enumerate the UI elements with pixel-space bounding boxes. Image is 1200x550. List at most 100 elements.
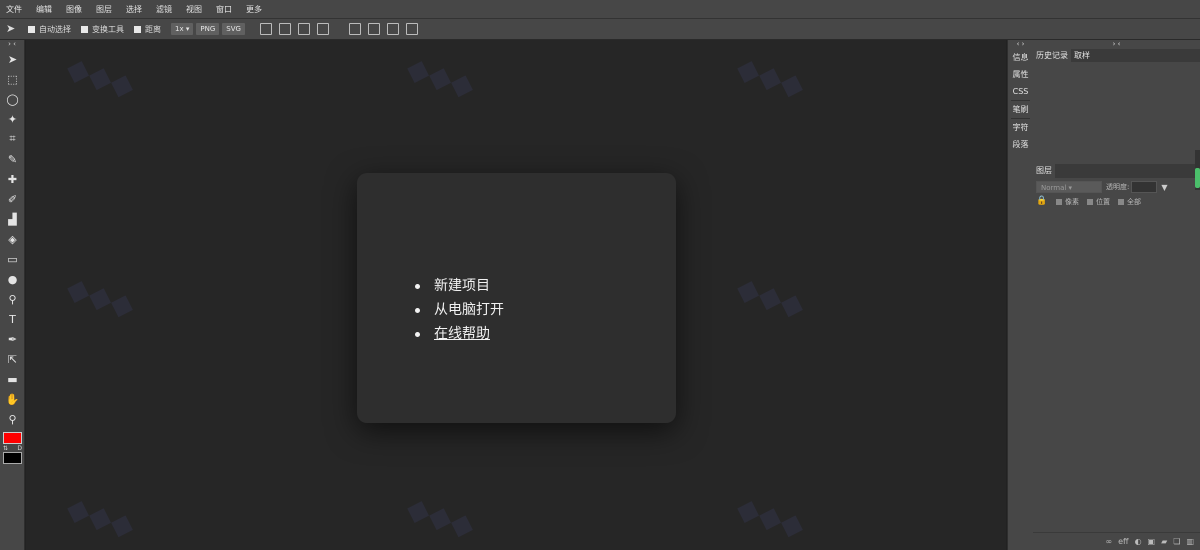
- magic-wand-tool-icon[interactable]: ✦: [0, 109, 25, 129]
- distribute-h-icon[interactable]: [316, 23, 329, 35]
- lock-icon: 🔒: [1036, 196, 1048, 206]
- type-tool-icon[interactable]: T: [0, 309, 25, 329]
- expand-panel-button[interactable]: ‹ ›: [1008, 40, 1033, 49]
- menu-image[interactable]: 图像: [66, 4, 82, 15]
- hand-tool-icon[interactable]: ✋: [0, 389, 25, 409]
- watermark-logo-icon: ◆◆◆: [62, 50, 139, 105]
- menu-edit[interactable]: 编辑: [36, 4, 52, 15]
- lock-pixels-checkbox[interactable]: 像素: [1056, 197, 1079, 207]
- collapse-left-button[interactable]: › ‹: [0, 40, 24, 49]
- align-center-icon[interactable]: [278, 23, 291, 35]
- gradient-tool-icon[interactable]: ▭: [0, 249, 25, 269]
- lock-all-label: 全部: [1127, 197, 1141, 206]
- menu-layer[interactable]: 图层: [96, 4, 112, 15]
- move-tool-icon[interactable]: ➤: [0, 49, 25, 69]
- checkbox-box[interactable]: [1056, 198, 1062, 205]
- swap-colors-icon[interactable]: ⇅: [3, 445, 8, 452]
- new-layer-icon[interactable]: ❏: [1173, 537, 1180, 546]
- eraser-tool-icon[interactable]: ◈: [0, 229, 25, 249]
- watermark-logo-icon: ◆◆◆: [732, 50, 809, 105]
- align-right-icon[interactable]: [297, 23, 310, 35]
- align-middle-icon[interactable]: [367, 23, 380, 35]
- link-icon[interactable]: ∞: [1105, 537, 1112, 546]
- open-from-computer-label[interactable]: 从电脑打开: [434, 298, 504, 322]
- distance-checkbox[interactable]: 距离: [134, 24, 161, 35]
- path-select-tool-icon[interactable]: ⇱: [0, 349, 25, 369]
- online-help-link[interactable]: 在线帮助: [415, 322, 504, 346]
- align-bottom-icon[interactable]: [386, 23, 399, 35]
- lasso-tool-icon[interactable]: ◯: [0, 89, 25, 109]
- blur-tool-icon[interactable]: ●: [0, 269, 25, 289]
- shape-tool-icon[interactable]: ▬: [0, 369, 25, 389]
- menu-select[interactable]: 选择: [126, 4, 142, 15]
- pen-tool-icon[interactable]: ✒: [0, 329, 25, 349]
- mask-icon[interactable]: ◐: [1135, 537, 1142, 546]
- opacity-dropdown-icon[interactable]: ▼: [1161, 183, 1167, 192]
- checkbox-box[interactable]: [134, 25, 141, 33]
- foreground-color-swatch[interactable]: [3, 432, 22, 444]
- checkbox-box[interactable]: [81, 25, 88, 33]
- watermark-logo-icon: ◆◆◆: [732, 490, 809, 545]
- new-project-label[interactable]: 新建项目: [434, 274, 490, 298]
- export-svg-button[interactable]: SVG: [222, 23, 245, 35]
- panel-info-button[interactable]: 信息: [1008, 49, 1033, 66]
- zoom-tool-icon[interactable]: ⚲: [0, 409, 25, 429]
- tab-swatches[interactable]: 取样: [1071, 49, 1093, 62]
- start-dialog: 新建项目 从电脑打开 在线帮助: [357, 173, 676, 423]
- canvas-area[interactable]: ◆◆◆ ◆◆◆ ◆◆◆ ◆◆◆ ◆◆◆ ◆◆◆ ◆◆◆ ◆◆◆ 新建项目 从电脑…: [26, 40, 1006, 550]
- panel-css-button[interactable]: CSS: [1008, 83, 1033, 100]
- panel-character-button[interactable]: 字符: [1008, 119, 1033, 136]
- lock-position-checkbox[interactable]: 位置: [1087, 197, 1110, 207]
- transform-tools-checkbox[interactable]: 变换工具: [81, 24, 124, 35]
- watermark-logo-icon: ◆◆◆: [402, 50, 479, 105]
- checkbox-box[interactable]: [28, 25, 35, 33]
- online-help-label[interactable]: 在线帮助: [434, 322, 490, 346]
- export-png-button[interactable]: PNG: [196, 23, 220, 35]
- menu-more[interactable]: 更多: [246, 4, 262, 15]
- tab-layers[interactable]: 图层: [1033, 164, 1055, 178]
- open-from-computer-item[interactable]: 从电脑打开: [415, 298, 504, 322]
- zoom-select[interactable]: 1x ▾: [171, 23, 194, 35]
- menu-window[interactable]: 窗口: [216, 4, 232, 15]
- marquee-tool-icon[interactable]: ⬚: [0, 69, 25, 89]
- checkbox-box[interactable]: [1087, 198, 1093, 205]
- layer-list[interactable]: [1033, 210, 1200, 530]
- history-tabs: 历史记录 取样: [1033, 49, 1200, 62]
- transform-tools-label: 变换工具: [92, 24, 124, 34]
- dodge-tool-icon[interactable]: ⚲: [0, 289, 25, 309]
- new-project-item[interactable]: 新建项目: [415, 274, 504, 298]
- panel-paragraph-button[interactable]: 段落: [1008, 136, 1033, 153]
- trash-icon[interactable]: ▥: [1186, 537, 1194, 546]
- align-top-icon[interactable]: [348, 23, 361, 35]
- panel-properties-button[interactable]: 属性: [1008, 66, 1033, 83]
- menu-file[interactable]: 文件: [6, 4, 22, 15]
- collapse-right-button[interactable]: › ‹: [1033, 40, 1200, 49]
- folder-icon[interactable]: ▰: [1161, 537, 1167, 546]
- background-color-swatch[interactable]: [3, 452, 22, 464]
- eyedropper-tool-icon[interactable]: ✎: [0, 149, 25, 169]
- clone-stamp-tool-icon[interactable]: ▟: [0, 209, 25, 229]
- align-left-icon[interactable]: [259, 23, 272, 35]
- panel-scrollbar-thumb[interactable]: [1195, 168, 1200, 188]
- blend-mode-select[interactable]: Normal ▾: [1036, 181, 1102, 193]
- distribute-v-icon[interactable]: [405, 23, 418, 35]
- adjustment-icon[interactable]: ▣: [1148, 537, 1156, 546]
- menu-filter[interactable]: 滤镜: [156, 4, 172, 15]
- menu-bar: 文件 编辑 图像 图层 选择 滤镜 视图 窗口 更多: [0, 0, 1200, 19]
- opacity-input[interactable]: [1131, 181, 1158, 193]
- panel-brush-button[interactable]: 笔刷: [1008, 101, 1033, 118]
- effects-icon[interactable]: eff: [1118, 537, 1128, 546]
- default-colors-icon[interactable]: D: [17, 445, 22, 452]
- auto-select-checkbox[interactable]: 自动选择: [28, 24, 71, 35]
- color-swap-row: ⇅ D: [3, 445, 22, 452]
- lock-all-checkbox[interactable]: 全部: [1118, 197, 1141, 207]
- healing-brush-tool-icon[interactable]: ✚: [0, 169, 25, 189]
- crop-tool-icon[interactable]: ⌗: [0, 129, 25, 149]
- lock-position-label: 位置: [1096, 197, 1110, 206]
- bullet-icon: [415, 283, 420, 289]
- menu-view[interactable]: 视图: [186, 4, 202, 15]
- checkbox-box[interactable]: [1118, 198, 1124, 205]
- tab-history[interactable]: 历史记录: [1033, 49, 1071, 62]
- right-panel: › ‹ 历史记录 取样 图层 Normal ▾ 透明度: ▼ 🔒 像素 位置 全…: [1033, 40, 1200, 550]
- brush-tool-icon[interactable]: ✐: [0, 189, 25, 209]
